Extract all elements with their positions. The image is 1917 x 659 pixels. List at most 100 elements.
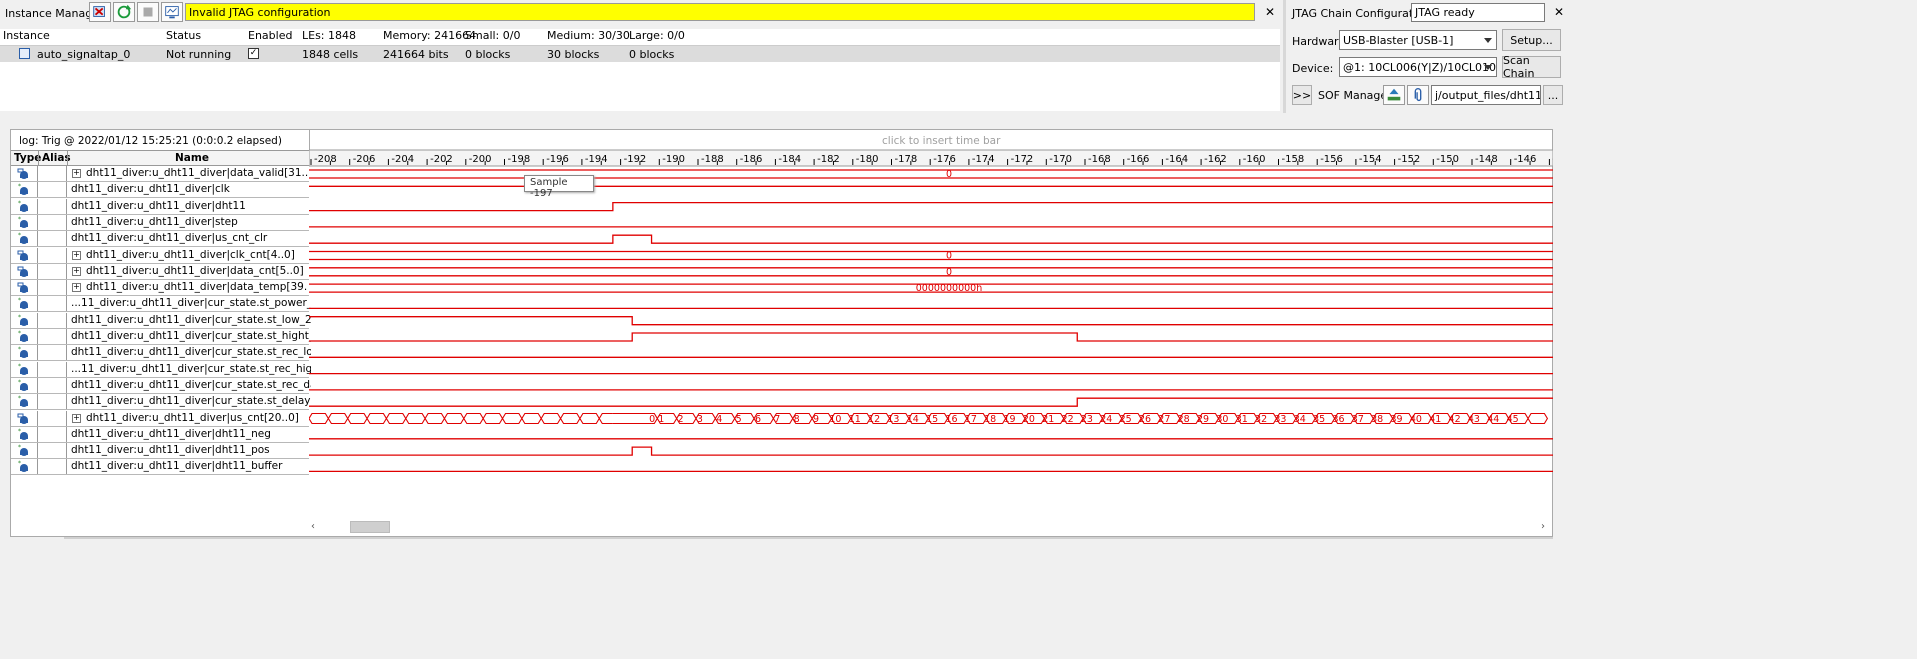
- signal-row[interactable]: * dht11_diver:u_dht11_diver|dht11_neg: [11, 426, 309, 443]
- program-device-icon: [1387, 88, 1401, 101]
- bus-signal-icon: [11, 410, 38, 426]
- read-data-button[interactable]: [161, 2, 183, 22]
- signal-row[interactable]: * dht11_diver:u_dht11_diver|dht11_pos: [11, 443, 309, 460]
- header-small[interactable]: Small: 0/0: [465, 29, 520, 42]
- table-header: Instance Status Enabled LEs: 1848 Memory…: [0, 29, 1280, 46]
- signal-name: dht11_diver:u_dht11_diver|us_cnt_clr: [68, 232, 311, 244]
- us-cnt-value-label: 20: [1023, 414, 1035, 425]
- signal-name-text: dht11_diver:u_dht11_diver|data_temp[39..…: [86, 281, 308, 294]
- signal-name-text: dht11_diver:u_dht11_diver|clk_cnt[4..0]: [86, 248, 295, 261]
- expand-bus-icon[interactable]: +: [72, 283, 81, 293]
- scroll-left-icon[interactable]: ‹: [311, 521, 315, 532]
- us-cnt-value-label: 2: [678, 414, 684, 425]
- us-cnt-segment: [385, 412, 407, 425]
- jtag-divider[interactable]: [1283, 0, 1286, 113]
- header-large[interactable]: Large: 0/0: [629, 29, 685, 42]
- sof-file-field[interactable]: j/output_files/dht11.sof: [1431, 85, 1541, 105]
- signal-row[interactable]: + dht11_diver:u_dht11_diver|us_cnt[20..0]: [11, 410, 309, 427]
- attach-file-button[interactable]: [1407, 85, 1429, 105]
- enabled-checkbox[interactable]: ✓: [248, 48, 259, 59]
- program-device-button[interactable]: [1383, 85, 1405, 105]
- ruler-tick-label: -168: [1088, 154, 1111, 165]
- instance-les: 1848 cells: [302, 48, 359, 61]
- signal-icon: *: [11, 329, 38, 344]
- autodetect-button[interactable]: [89, 2, 111, 22]
- bus-signal-icon: [11, 280, 38, 296]
- signal-icon: *: [11, 443, 38, 459]
- signal-row[interactable]: + dht11_diver:u_dht11_diver|clk_cnt[4..0]: [11, 247, 309, 264]
- browse-sof-button[interactable]: ...: [1543, 85, 1563, 105]
- us-cnt-segment: [540, 412, 562, 425]
- us-cnt-value-label: 25: [1120, 414, 1132, 425]
- waveform-canvas[interactable]: -208 -206 -204 -202 -200 -198 -196 -194 -192 -190…: [309, 130, 1553, 518]
- signal-row[interactable]: * dht11_diver:u_dht11_diver|cur_state.st_…: [11, 312, 311, 329]
- signal-name: + dht11_diver:u_dht11_diver|clk_cnt[4..0]: [68, 249, 308, 261]
- device-value: @1: 10CL006(Y|Z)/10CL010(Y|Z: [1343, 60, 1497, 74]
- signal-list: + dht11_diver:u_dht11_diver|data_valid[31…: [11, 150, 311, 480]
- expand-sof-button[interactable]: >>: [1292, 85, 1312, 105]
- expand-bus-icon[interactable]: +: [72, 169, 81, 178]
- signal-row[interactable]: + dht11_diver:u_dht11_diver|data_valid[31…: [11, 166, 309, 182]
- bus-signal-icon: [11, 263, 38, 279]
- signal-alias: [38, 394, 67, 410]
- signal-row[interactable]: * dht11_diver:u_dht11_diver|step: [11, 214, 309, 231]
- close-instance-manager-icon[interactable]: ✕: [1265, 5, 1275, 19]
- expand-bus-icon[interactable]: +: [72, 250, 81, 260]
- device-select[interactable]: @1: 10CL006(Y|Z)/10CL010(Y|Z: [1339, 57, 1497, 77]
- hardware-value: USB-Blaster [USB-1]: [1343, 33, 1454, 47]
- us-cnt-value-label: 36: [1332, 414, 1344, 425]
- signal-row[interactable]: + dht11_diver:u_dht11_diver|data_cnt[5..0…: [11, 263, 309, 280]
- signal-row[interactable]: * ...11_diver:u_dht11_diver|cur_state.st_…: [11, 296, 311, 313]
- header-memory[interactable]: Memory: 241664: [383, 29, 476, 42]
- us-cnt-segment: [1527, 412, 1549, 425]
- us-cnt-segment: [579, 412, 600, 425]
- header-enabled[interactable]: Enabled: [248, 29, 292, 42]
- scan-chain-button[interactable]: Scan Chain: [1502, 54, 1561, 80]
- ruler-tick-label: -150: [1436, 154, 1459, 165]
- ruler-tick-label: -164: [1165, 154, 1188, 165]
- close-jtag-icon[interactable]: ✕: [1554, 5, 1564, 19]
- signal-row[interactable]: * dht11_diver:u_dht11_diver|us_cnt_clr: [11, 231, 311, 248]
- expand-bus-icon[interactable]: +: [72, 413, 81, 423]
- signal-row[interactable]: + dht11_diver:u_dht11_diver|data_temp[39.…: [11, 280, 309, 297]
- signal-row[interactable]: * dht11_diver:u_dht11_diver|cur_state.st_…: [11, 394, 311, 411]
- table-row[interactable]: auto_signaltap_0 Not running ✓ 1848 cell…: [0, 46, 1280, 62]
- header-medium[interactable]: Medium: 30/30: [547, 29, 630, 42]
- scroll-right-icon[interactable]: ›: [1541, 521, 1545, 532]
- signal-row[interactable]: * dht11_diver:u_dht11_diver|cur_state.st_…: [11, 329, 311, 345]
- signal-alias: [38, 247, 67, 263]
- signal-name: dht11_diver:u_dht11_diver|cur_state.st_h…: [68, 330, 311, 342]
- signal-name-text: dht11_diver:u_dht11_diver|clk: [71, 183, 230, 196]
- scroll-thumb[interactable]: [350, 521, 390, 533]
- stop-analysis-button[interactable]: [137, 2, 159, 22]
- signal-alias: [38, 214, 67, 230]
- signal-row[interactable]: * dht11_diver:u_dht11_diver|dht11_buffer: [11, 459, 309, 476]
- us-cnt-value-label: 4: [716, 414, 722, 425]
- ruler-tick-label: -202: [430, 154, 453, 165]
- header-status[interactable]: Status: [166, 29, 201, 42]
- setup-button[interactable]: Setup...: [1502, 29, 1561, 51]
- hardware-select[interactable]: USB-Blaster [USB-1]: [1339, 30, 1497, 50]
- ruler-tick-label: -200: [469, 154, 492, 165]
- signal-row[interactable]: * dht11_diver:u_dht11_diver|cur_state.st_…: [11, 345, 311, 362]
- signal-row[interactable]: * dht11_diver:u_dht11_diver|dht11: [11, 198, 309, 215]
- signal-row[interactable]: * ...11_diver:u_dht11_diver|cur_state.st_…: [11, 361, 311, 378]
- header-les[interactable]: LEs: 1848: [302, 29, 356, 42]
- horizontal-scrollbar[interactable]: ‹ ›: [309, 519, 1553, 534]
- signal-alias: [38, 231, 67, 247]
- tooltip-text: Sample -197: [530, 177, 568, 199]
- us-cnt-value-label: 34: [1294, 414, 1306, 425]
- signal-name: + dht11_diver:u_dht11_diver|data_valid[31…: [68, 167, 308, 179]
- refresh-icon: [117, 4, 132, 19]
- instance-name: auto_signaltap_0: [37, 48, 131, 61]
- signal-name: dht11_diver:u_dht11_diver|cur_state.st_l…: [68, 314, 311, 326]
- expand-bus-icon[interactable]: +: [72, 266, 81, 276]
- run-analysis-button[interactable]: [113, 2, 135, 22]
- header-instance[interactable]: Instance: [3, 29, 50, 42]
- signal-row[interactable]: * dht11_diver:u_dht11_diver|clk: [11, 182, 309, 199]
- ruler-tick-label: -174: [972, 154, 995, 165]
- signal-name: + dht11_diver:u_dht11_diver|us_cnt[20..0]: [68, 412, 308, 424]
- signal-row[interactable]: * dht11_diver:u_dht11_diver|cur_state.st_…: [11, 377, 311, 394]
- ruler-tick-label: -182: [817, 154, 840, 165]
- us-cnt-value-label: 14: [907, 414, 919, 425]
